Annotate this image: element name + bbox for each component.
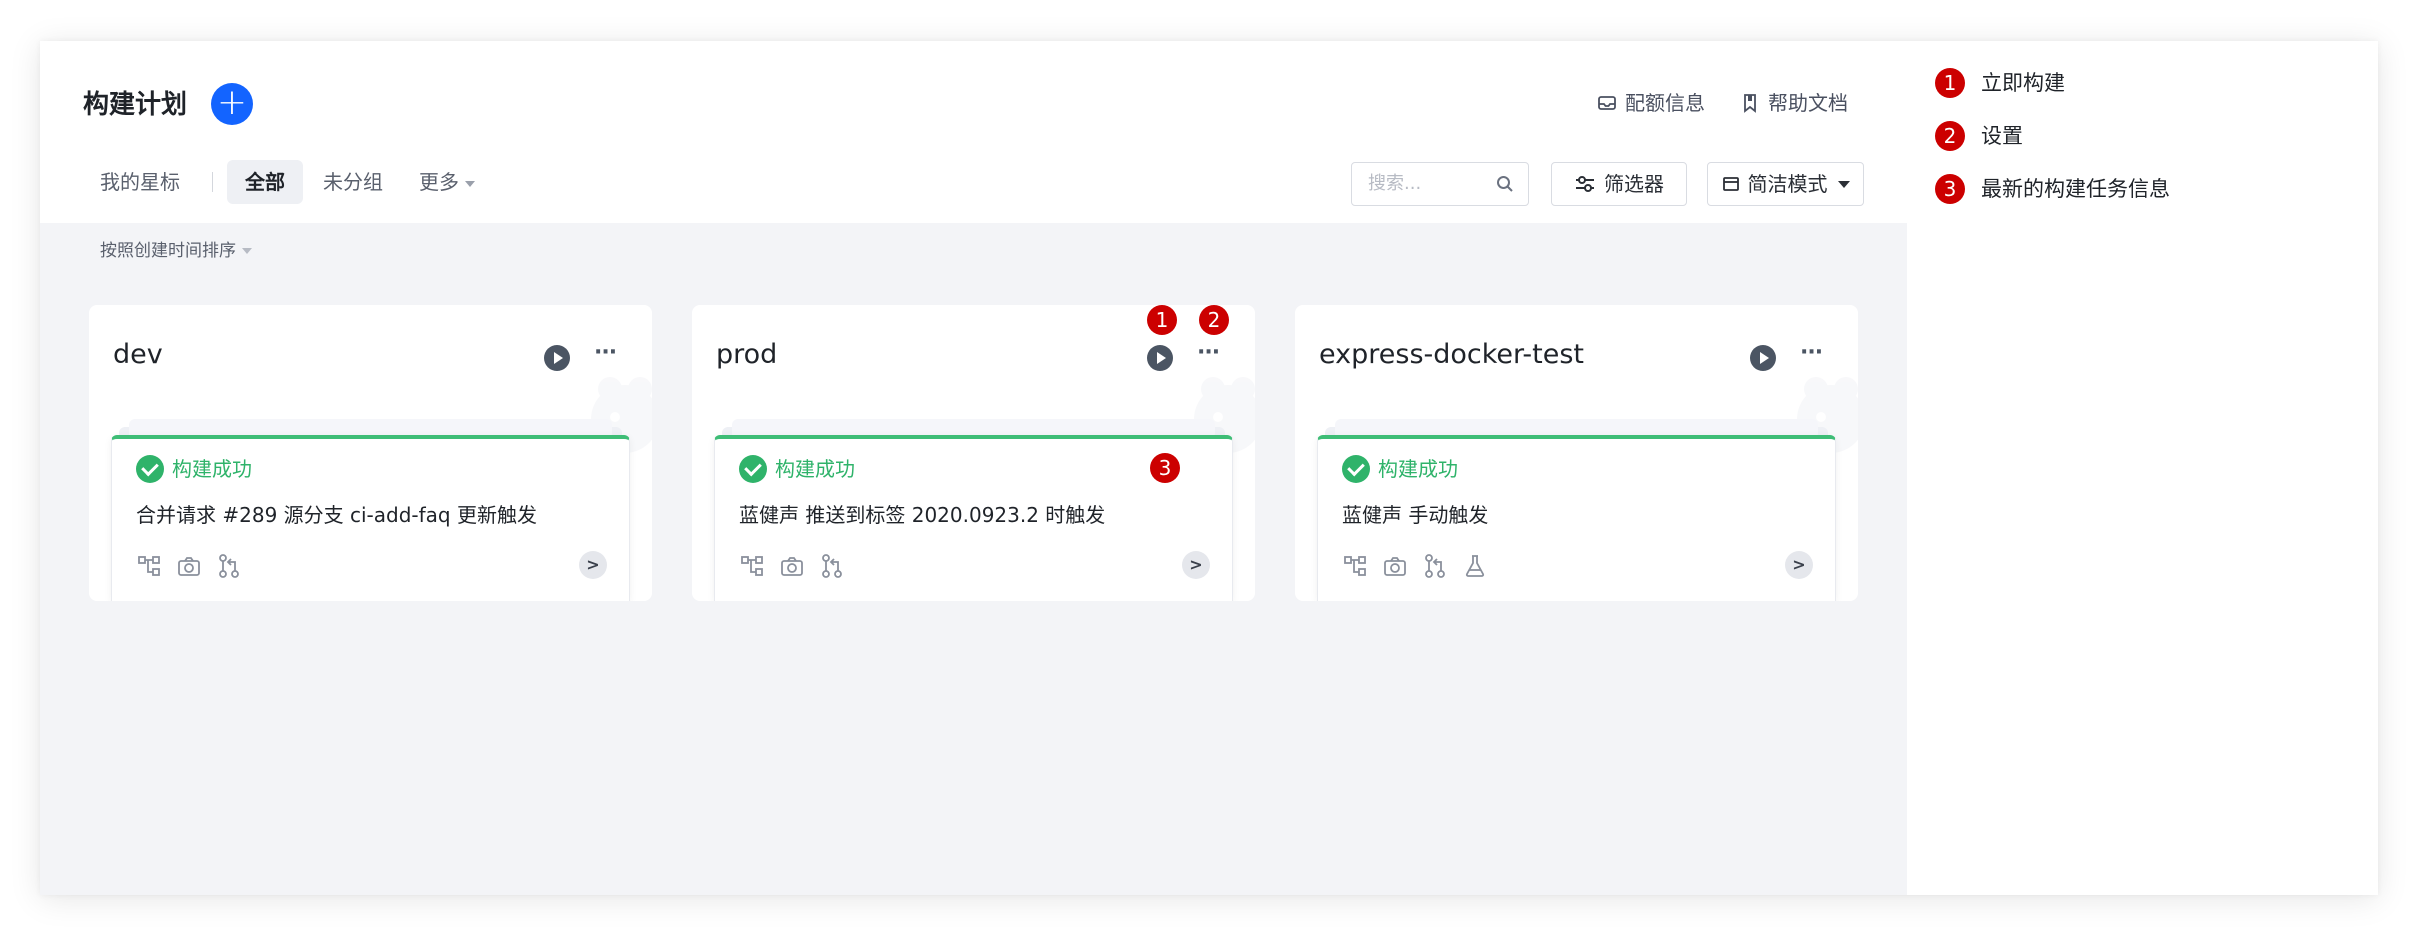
success-check-icon	[136, 455, 164, 483]
plan-card-express-docker-test[interactable]: express-docker-test ··· 构建成功 蓝健声 手动触发 >	[1295, 305, 1858, 601]
pipeline-icon[interactable]	[1342, 553, 1368, 579]
caret-down-icon	[465, 180, 475, 187]
success-check-icon	[1342, 455, 1370, 483]
view-build-button[interactable]: >	[1182, 551, 1210, 579]
caret-down-icon	[242, 248, 252, 254]
run-build-button[interactable]	[544, 345, 570, 371]
plan-name: prod	[716, 339, 778, 370]
view-mode-select[interactable]: 简洁模式	[1707, 162, 1864, 206]
view-mode-label: 简洁模式	[1747, 172, 1828, 196]
legend-item-3: 3 最新的构建任务信息	[1935, 174, 2170, 204]
build-trigger-desc: 合并请求 #289 源分支 ci-add-faq 更新触发	[136, 503, 537, 527]
tab-ungrouped[interactable]: 未分组	[305, 160, 401, 204]
view-build-button[interactable]: >	[1785, 551, 1813, 579]
pipeline-icon[interactable]	[136, 553, 162, 579]
inbox-icon	[1598, 96, 1616, 110]
build-plans-app: 构建计划 + 配额信息 帮助文档 我的星标 全部 未分组 更多 搜索... 筛选…	[40, 41, 1907, 895]
help-docs-label: 帮助文档	[1768, 91, 1848, 115]
legend-item-2: 2 设置	[1935, 121, 2023, 151]
search-placeholder: 搜索...	[1368, 173, 1422, 194]
app-header: 构建计划 + 配额信息 帮助文档 我的星标 全部 未分组 更多 搜索... 筛选…	[40, 41, 1907, 223]
tab-all[interactable]: 全部	[227, 160, 303, 204]
legend-text: 设置	[1981, 124, 2023, 148]
bookmark-icon	[1744, 94, 1756, 113]
tab-more-label: 更多	[419, 170, 459, 194]
legend-badge: 2	[1935, 121, 1965, 151]
annotation-badge-3: 3	[1150, 453, 1180, 483]
tab-more[interactable]: 更多	[401, 160, 493, 204]
caret-down-icon	[1837, 180, 1850, 188]
page-title: 构建计划	[83, 90, 188, 120]
build-meta-icons	[136, 553, 242, 579]
legend-badge: 3	[1935, 174, 1965, 204]
legend-badge: 1	[1935, 68, 1965, 98]
plan-name: express-docker-test	[1319, 339, 1585, 370]
legend-item-1: 1 立即构建	[1935, 68, 2065, 98]
build-trigger-desc: 蓝健声 手动触发	[1342, 503, 1489, 527]
sliders-icon	[1576, 176, 1594, 192]
pipeline-icon[interactable]	[739, 553, 765, 579]
success-check-icon	[739, 455, 767, 483]
plan-card-prod[interactable]: prod ··· 构建成功 蓝健声 推送到标签 2020.0923.2 时触发 …	[692, 305, 1255, 601]
filter-label: 筛选器	[1604, 172, 1664, 196]
search-input[interactable]: 搜索...	[1351, 162, 1529, 206]
filter-tabs: 我的星标 全部 未分组 更多	[82, 160, 493, 204]
latest-build-panel[interactable]: 构建成功 合并请求 #289 源分支 ci-add-faq 更新触发 >	[111, 435, 630, 601]
build-status-label: 构建成功	[1378, 457, 1458, 481]
flask-icon[interactable]	[1462, 553, 1488, 579]
plan-name: dev	[113, 339, 163, 370]
legend-text: 立即构建	[1981, 71, 2065, 95]
merge-request-icon[interactable]	[216, 553, 242, 579]
view-build-button[interactable]: >	[579, 551, 607, 579]
annotation-badge-2: 2	[1199, 305, 1229, 335]
camera-icon[interactable]	[1382, 553, 1408, 579]
run-build-button[interactable]	[1750, 345, 1776, 371]
merge-request-icon[interactable]	[819, 553, 845, 579]
build-status-label: 构建成功	[172, 457, 252, 481]
screenshot-frame: 构建计划 + 配额信息 帮助文档 我的星标 全部 未分组 更多 搜索... 筛选…	[40, 41, 2378, 895]
settings-more-button[interactable]: ···	[594, 341, 617, 365]
quota-info-label: 配额信息	[1625, 91, 1705, 115]
camera-icon[interactable]	[779, 553, 805, 579]
tab-divider	[212, 172, 213, 192]
settings-more-button[interactable]: ···	[1197, 341, 1220, 365]
build-status: 构建成功	[136, 455, 252, 483]
window-icon	[1722, 177, 1739, 191]
annotation-badge-1: 1	[1147, 305, 1177, 335]
merge-request-icon[interactable]	[1422, 553, 1448, 579]
help-docs-link[interactable]: 帮助文档	[1740, 89, 1848, 117]
camera-icon[interactable]	[176, 553, 202, 579]
build-trigger-desc: 蓝健声 推送到标签 2020.0923.2 时触发	[739, 503, 1106, 527]
run-build-button[interactable]	[1147, 345, 1173, 371]
annotation-legend-panel: 1 立即构建 2 设置 3 最新的构建任务信息	[1907, 41, 2378, 895]
latest-build-panel[interactable]: 构建成功 蓝健声 手动触发 >	[1317, 435, 1836, 601]
legend-text: 最新的构建任务信息	[1981, 177, 2170, 201]
filter-button[interactable]: 筛选器	[1551, 162, 1687, 206]
build-meta-icons	[739, 553, 845, 579]
build-meta-icons	[1342, 553, 1488, 579]
sort-selector[interactable]: 按照创建时间排序	[100, 239, 252, 263]
settings-more-button[interactable]: ···	[1800, 341, 1823, 365]
sort-label: 按照创建时间排序	[100, 241, 236, 261]
plan-card-dev[interactable]: dev ··· 构建成功 合并请求 #289 源分支 ci-add-faq 更新…	[89, 305, 652, 601]
build-status: 构建成功	[1342, 455, 1458, 483]
add-plan-button[interactable]: +	[211, 83, 253, 125]
build-status-label: 构建成功	[775, 457, 855, 481]
tab-starred[interactable]: 我的星标	[82, 160, 198, 204]
search-icon	[1497, 176, 1513, 192]
quota-info-link[interactable]: 配额信息	[1597, 89, 1705, 117]
build-status: 构建成功	[739, 455, 855, 483]
